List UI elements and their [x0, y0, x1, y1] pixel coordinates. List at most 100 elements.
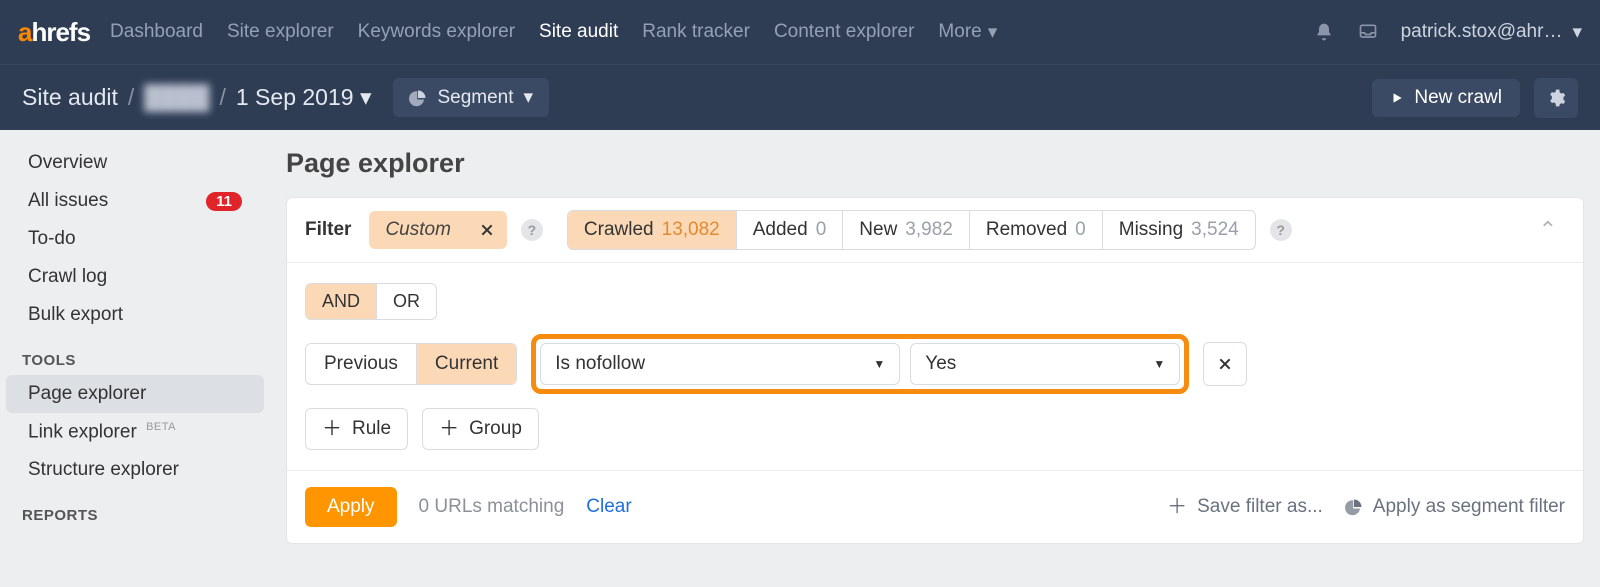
breadcrumb-project[interactable]: ████	[144, 84, 209, 111]
tab-new[interactable]: New 3,982	[843, 211, 970, 249]
tab-count: 3,982	[905, 219, 953, 241]
sidebar-item-label: Link explorer	[28, 421, 137, 442]
pie-icon	[409, 89, 427, 107]
segment-button[interactable]: Segment ▾	[393, 78, 549, 117]
close-icon[interactable]	[467, 214, 507, 246]
sub-nav: Site audit / ████ / 1 Sep 2019 ▾ Segment…	[0, 64, 1600, 130]
collapse-icon[interactable]: ⌃	[1531, 217, 1565, 243]
plus-icon: ＋	[322, 419, 342, 439]
nav-keywords-explorer[interactable]: Keywords explorer	[358, 21, 515, 44]
sidebar-item-label: All issues	[28, 190, 108, 212]
breadcrumb: Site audit / ████ / 1 Sep 2019 ▾	[22, 84, 371, 111]
rule-value-select[interactable]: Yes ▼	[910, 343, 1180, 385]
nav-rank-tracker[interactable]: Rank tracker	[642, 21, 750, 44]
chevron-down-icon: ▼	[1153, 357, 1165, 371]
sidebar-item-bulk-export[interactable]: Bulk export	[6, 296, 264, 334]
remove-rule-button[interactable]	[1203, 342, 1247, 386]
filter-label: Filter	[305, 219, 351, 241]
clear-link[interactable]: Clear	[586, 496, 631, 518]
filter-custom-label[interactable]: Custom	[369, 211, 466, 249]
sidebar-item-all-issues[interactable]: All issues 11	[6, 182, 264, 220]
plus-icon: ＋	[1167, 497, 1187, 517]
bell-icon[interactable]	[1313, 21, 1335, 43]
play-icon	[1390, 91, 1404, 105]
chevron-down-icon: ▾	[988, 21, 998, 44]
opt-previous[interactable]: Previous	[306, 344, 416, 384]
chevron-down-icon: ▾	[1572, 21, 1582, 44]
apply-segment-button[interactable]: Apply as segment filter	[1345, 496, 1565, 518]
tab-missing[interactable]: Missing 3,524	[1103, 211, 1255, 249]
add-rule-label: Rule	[352, 418, 391, 440]
tab-label: Missing	[1119, 219, 1183, 241]
breadcrumb-root[interactable]: Site audit	[22, 84, 118, 111]
top-nav: ahrefs Dashboard Site explorer Keywords …	[0, 0, 1600, 64]
sidebar-item-structure-explorer[interactable]: Structure explorer	[6, 451, 264, 489]
logic-or[interactable]: OR	[376, 284, 436, 319]
issues-badge: 11	[206, 192, 242, 211]
tab-count: 0	[816, 219, 827, 241]
settings-button[interactable]	[1534, 78, 1578, 118]
nav-content-explorer[interactable]: Content explorer	[774, 21, 914, 44]
nav-more-label: More	[938, 21, 981, 43]
tab-count: 13,082	[662, 219, 720, 241]
nav-more[interactable]: More ▾	[938, 21, 997, 44]
breadcrumb-sep: /	[128, 84, 134, 111]
breadcrumb-sep: /	[219, 84, 225, 111]
filter-custom-pill: Custom	[369, 211, 506, 249]
nav-dashboard[interactable]: Dashboard	[110, 21, 203, 44]
sidebar-item-crawl-log[interactable]: Crawl log	[6, 258, 264, 296]
breadcrumb-date[interactable]: 1 Sep 2019 ▾	[236, 84, 372, 111]
sidebar-section-reports: REPORTS	[0, 489, 270, 530]
select-value: Yes	[925, 353, 956, 375]
tab-label: Crawled	[584, 219, 654, 241]
add-group-button[interactable]: ＋ Group	[422, 408, 539, 450]
add-rule-button[interactable]: ＋ Rule	[305, 408, 408, 450]
tab-count: 0	[1075, 219, 1086, 241]
sidebar-item-link-explorer[interactable]: Link explorer BETA	[6, 413, 264, 451]
sidebar: Overview All issues 11 To-do Crawl log B…	[0, 130, 270, 562]
filter-rule-row: Previous Current Is nofollow ▼ Yes ▼	[305, 334, 1565, 394]
matching-count: 0 URLs matching	[419, 496, 565, 518]
nav-site-audit[interactable]: Site audit	[539, 21, 618, 44]
tab-crawled[interactable]: Crawled 13,082	[568, 211, 737, 249]
sidebar-item-page-explorer[interactable]: Page explorer	[6, 375, 264, 413]
chevron-down-icon: ▼	[873, 357, 885, 371]
new-crawl-label: New crawl	[1414, 87, 1502, 109]
save-filter-label: Save filter as...	[1197, 496, 1323, 518]
select-value: Is nofollow	[555, 353, 645, 375]
apply-segment-label: Apply as segment filter	[1373, 496, 1565, 518]
save-filter-button[interactable]: ＋ Save filter as...	[1167, 496, 1323, 518]
user-email: patrick.stox@ahr…	[1401, 21, 1563, 43]
gear-icon	[1546, 88, 1566, 108]
beta-tag: BETA	[146, 421, 176, 433]
plus-icon: ＋	[439, 419, 459, 439]
tab-removed[interactable]: Removed 0	[970, 211, 1103, 249]
logo[interactable]: ahrefs	[18, 17, 90, 48]
filter-panel: Filter Custom ? Crawled 13,082 Added 0	[286, 197, 1584, 544]
prev-current-toggle: Previous Current	[305, 343, 517, 385]
filter-tabs: Crawled 13,082 Added 0 New 3,982 Removed…	[567, 210, 1256, 250]
tab-added[interactable]: Added 0	[737, 211, 844, 249]
sidebar-item-todo[interactable]: To-do	[6, 220, 264, 258]
nav-site-explorer[interactable]: Site explorer	[227, 21, 334, 44]
logic-and[interactable]: AND	[306, 284, 376, 319]
page-title: Page explorer	[286, 148, 1584, 179]
pie-icon	[1345, 498, 1363, 516]
chevron-down-icon: ▾	[360, 84, 372, 110]
sidebar-section-tools: TOOLS	[0, 334, 270, 375]
new-crawl-button[interactable]: New crawl	[1372, 79, 1520, 117]
apply-button[interactable]: Apply	[305, 487, 397, 527]
help-icon[interactable]: ?	[521, 219, 543, 241]
rule-field-select[interactable]: Is nofollow ▼	[540, 343, 900, 385]
add-group-label: Group	[469, 418, 522, 440]
inbox-icon[interactable]	[1357, 21, 1379, 43]
sidebar-item-overview[interactable]: Overview	[6, 144, 264, 182]
user-menu[interactable]: patrick.stox@ahr… ▾	[1401, 21, 1582, 44]
help-icon[interactable]: ?	[1270, 219, 1292, 241]
opt-current[interactable]: Current	[416, 344, 516, 384]
tab-label: Added	[753, 219, 808, 241]
tab-label: Removed	[986, 219, 1067, 241]
logic-toggle: AND OR	[305, 283, 437, 320]
segment-label: Segment	[437, 87, 513, 109]
highlighted-selects: Is nofollow ▼ Yes ▼	[531, 334, 1189, 394]
